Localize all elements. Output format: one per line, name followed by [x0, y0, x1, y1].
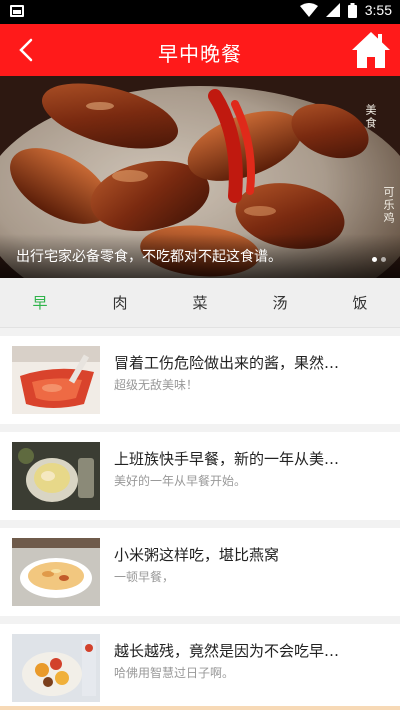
- recipe-item[interactable]: 小米粥这样吃，堪比燕窝 一顿早餐，: [0, 528, 400, 616]
- banner-caption: 出行宅家必备零食，不吃都对不起这食谱。: [16, 249, 282, 265]
- recipe-thumbnail: [12, 538, 100, 606]
- tab-breakfast[interactable]: 早: [0, 278, 80, 327]
- recipe-title: 越长越残，竟然是因为不会吃早…: [114, 642, 340, 660]
- home-icon: [352, 32, 390, 68]
- recipe-thumbnail: [12, 346, 100, 414]
- clock: 3:55: [364, 2, 392, 18]
- recipe-item[interactable]: 越长越残，竟然是因为不会吃早… 哈佛用智慧过日子啊。: [0, 624, 400, 710]
- banner-stamp-secondary: 可乐鸡: [382, 186, 395, 225]
- recipe-subtitle: 一顿早餐，: [114, 570, 175, 584]
- carousel-dot: [372, 257, 377, 262]
- signal-icon: [325, 3, 340, 17]
- recipe-title: 小米粥这样吃，堪比燕窝: [114, 546, 280, 564]
- screenshot-icon: [10, 5, 24, 17]
- page-title: 早中晚餐: [158, 42, 242, 66]
- tab-meat[interactable]: 肉: [80, 278, 160, 327]
- carousel-indicator: [372, 257, 386, 262]
- app-header: 早中晚餐: [0, 24, 400, 76]
- recipe-thumbnail: [12, 442, 100, 510]
- home-button[interactable]: [350, 29, 392, 71]
- recipe-title: 冒着工伤危险做出来的酱，果然…: [114, 354, 340, 372]
- carousel-dot: [381, 257, 386, 262]
- tab-rice[interactable]: 饭: [320, 278, 400, 327]
- tab-vegetable[interactable]: 菜: [160, 278, 240, 327]
- status-bar: 3:55: [0, 0, 400, 24]
- recipe-thumbnail: [12, 634, 100, 702]
- recipe-subtitle: 超级无敌美味！: [114, 378, 199, 392]
- wifi-icon: [299, 3, 318, 17]
- bottom-edge: [0, 706, 400, 710]
- recipe-item[interactable]: 冒着工伤危险做出来的酱，果然… 超级无敌美味！: [0, 336, 400, 424]
- banner-stamp: 美食: [364, 104, 377, 130]
- category-tabs: 早 肉 菜 汤 饭: [0, 278, 400, 328]
- battery-icon: [347, 2, 357, 18]
- recipe-subtitle: 美好的一年从早餐开始。: [114, 474, 247, 488]
- banner-carousel[interactable]: 美食 可乐鸡 出行宅家必备零食，不吃都对不起这食谱。: [0, 76, 400, 278]
- recipe-title: 上班族快手早餐，新的一年从美…: [114, 450, 340, 468]
- recipe-item[interactable]: 上班族快手早餐，新的一年从美… 美好的一年从早餐开始。: [0, 432, 400, 520]
- tab-soup[interactable]: 汤: [240, 278, 320, 327]
- recipe-subtitle: 哈佛用智慧过日子啊。: [114, 666, 235, 680]
